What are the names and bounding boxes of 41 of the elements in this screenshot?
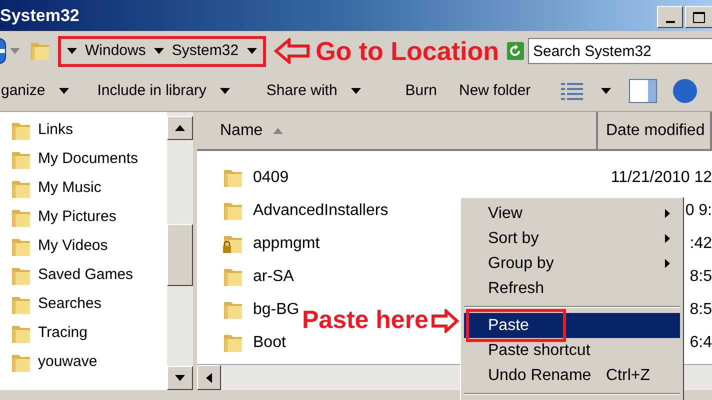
nav-item[interactable]: My Documents bbox=[0, 145, 167, 174]
menu-item[interactable]: Group by bbox=[464, 251, 680, 276]
file-name-cell[interactable]: AdvancedInstallers bbox=[223, 198, 388, 222]
nav-item[interactable]: Searches bbox=[0, 290, 167, 319]
nav-item[interactable]: Tracing bbox=[0, 319, 167, 348]
annotation-text: Paste here bbox=[302, 308, 428, 333]
date-cell-text: :42 bbox=[690, 234, 712, 254]
file-name-cell[interactable]: Boot bbox=[223, 330, 286, 354]
menu-item[interactable]: Sort by bbox=[464, 226, 680, 251]
date-cell-text: 11/21/2010 12 bbox=[610, 168, 712, 188]
date-cell-text: 6:4 bbox=[690, 332, 712, 352]
toolbar-button[interactable]: Share with bbox=[266, 80, 362, 102]
menu-item[interactable]: View bbox=[464, 201, 680, 226]
nav-item[interactable]: Saved Games bbox=[0, 261, 167, 290]
search-field[interactable]: Search System32 bbox=[528, 38, 712, 64]
nav-item[interactable]: My Music bbox=[0, 174, 167, 203]
toolbar-button[interactable]: New folder bbox=[458, 80, 531, 102]
toolbar-button[interactable]: Include in library bbox=[97, 80, 230, 102]
breadcrumb[interactable]: Windows bbox=[85, 40, 146, 62]
file-name-cell[interactable]: appmgmt bbox=[223, 232, 320, 256]
nav-item[interactable]: youwave bbox=[0, 348, 167, 377]
window-title: System32 bbox=[0, 7, 80, 24]
nav-item[interactable]: My Videos bbox=[0, 232, 167, 261]
date-cell-text: 8:5 bbox=[690, 266, 712, 286]
address-field[interactable]: Windows System32 bbox=[58, 36, 266, 66]
date-cell-text: 0 9: bbox=[685, 200, 712, 220]
menu-item[interactable]: Refresh bbox=[464, 276, 680, 301]
breadcrumb[interactable]: System32 bbox=[172, 40, 239, 62]
column-header[interactable]: Date modified bbox=[598, 112, 712, 149]
date-cell-text: 8:5 bbox=[690, 300, 712, 320]
annotation-text: Go to Location bbox=[316, 38, 499, 64]
menu-item[interactable]: Undo Rename Ctrl+Z bbox=[464, 363, 680, 388]
nav-item[interactable]: Links bbox=[0, 116, 167, 145]
toolbar-button[interactable]: ganize bbox=[1, 80, 70, 102]
file-name-cell[interactable]: ar-SA bbox=[223, 264, 294, 288]
file-name-cell[interactable]: bg-BG bbox=[223, 298, 300, 322]
toolbar-button[interactable]: Burn bbox=[405, 80, 437, 102]
nav-item[interactable]: My Pictures bbox=[0, 203, 167, 232]
menu-item[interactable]: Paste shortcut bbox=[464, 338, 680, 363]
column-header[interactable]: Name bbox=[197, 112, 598, 149]
file-name-cell[interactable]: 0409 bbox=[223, 166, 289, 190]
